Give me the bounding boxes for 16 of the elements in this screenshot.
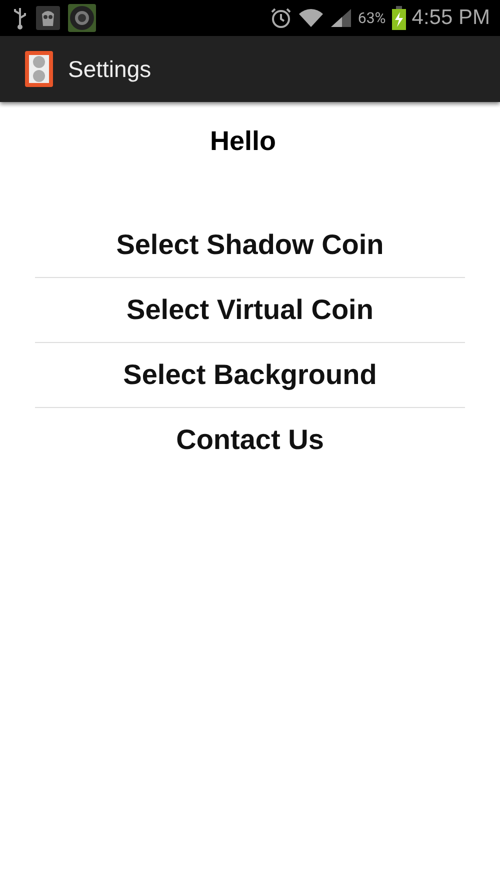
menu-item[interactable]: Select Virtual Coin (35, 278, 465, 343)
battery-charging-icon (392, 6, 406, 30)
alarm-icon (270, 7, 292, 29)
menu-item[interactable]: Select Shadow Coin (35, 213, 465, 278)
heading-text: Hello (210, 126, 276, 157)
clock-time: 4:55 PM (412, 6, 490, 30)
menu-item[interactable]: Contact Us (35, 408, 465, 472)
screen-title: Settings (68, 56, 152, 82)
owl-app-icon (36, 6, 60, 30)
usb-icon (12, 6, 28, 30)
menu-item[interactable]: Select Background (35, 343, 465, 408)
coin-holder-app-icon[interactable] (24, 49, 54, 89)
wifi-icon (298, 8, 324, 28)
poker-chip-icon (68, 4, 96, 32)
battery-percent: 63% (358, 9, 386, 27)
signal-icon (330, 8, 352, 28)
